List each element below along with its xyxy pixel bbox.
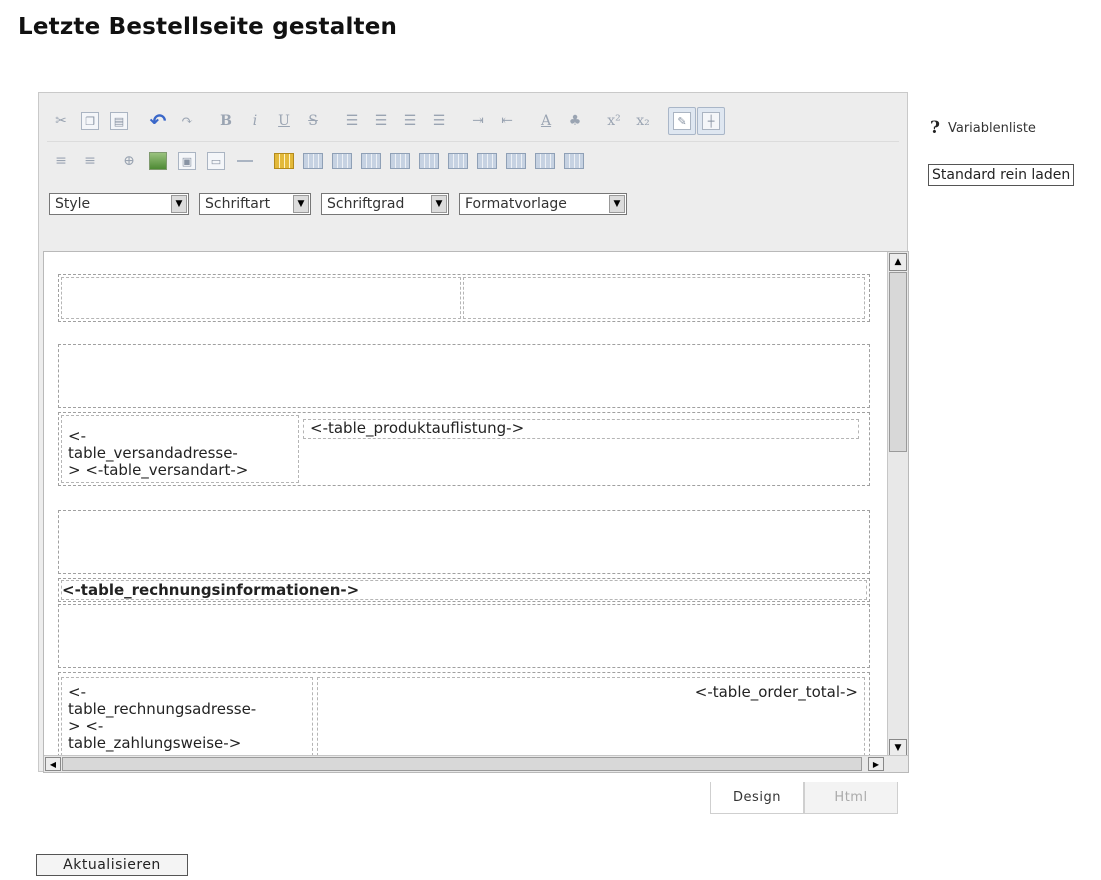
media-icon[interactable]: ▣ [173, 147, 201, 175]
spacer-table-3 [58, 604, 870, 668]
insert-table-icon[interactable] [270, 147, 298, 175]
style-select[interactable]: Style ▼ [49, 193, 189, 215]
rich-text-editor: ✂ ❐ ▤ ↶ ↷ B i U S ☰ ☰ ☰ ☰ ⇥ ⇤ A ♣ x² x₂ … [38, 92, 909, 773]
table-properties-icon[interactable] [299, 147, 327, 175]
italic-icon: i [252, 113, 258, 129]
form-icon[interactable]: ▭ [202, 147, 230, 175]
font-color-button[interactable]: A [532, 107, 560, 135]
chevron-down-icon: ▼ [171, 195, 187, 213]
align-right-icon[interactable]: ☰ [396, 107, 424, 135]
subscript-icon: x₂ [636, 113, 650, 129]
scroll-right-icon[interactable]: ▶ [868, 757, 884, 771]
strikethrough-icon: S [308, 113, 318, 129]
spacer-table-1 [58, 344, 870, 408]
underline-icon: U [278, 113, 290, 129]
show-borders-icon[interactable]: ┼ [697, 107, 725, 135]
italic-button[interactable]: i [241, 107, 269, 135]
insert-column-left-icon[interactable] [415, 147, 443, 175]
cut-icon[interactable]: ✂ [47, 107, 75, 135]
tab-html[interactable]: Html [804, 782, 898, 814]
ordered-list-icon[interactable]: ≡ [47, 147, 75, 175]
font-color-icon: A [540, 113, 552, 129]
format-template-select[interactable]: Formatvorlage ▼ [459, 193, 627, 215]
align-justify-icon[interactable]: ☰ [425, 107, 453, 135]
delete-row-icon[interactable] [473, 147, 501, 175]
variable-list-label: Variablenliste [947, 120, 1036, 136]
header-table [58, 274, 870, 322]
variable-list-link[interactable]: ? Variablenliste [930, 118, 1036, 138]
scroll-up-icon[interactable]: ▲ [889, 253, 907, 271]
highlight-color-icon[interactable]: ♣ [561, 107, 589, 135]
billing-info-table: <-table_rechnungsinformationen-> [58, 578, 870, 602]
indent-icon[interactable]: ⇥ [464, 107, 492, 135]
superscript-button[interactable]: x² [600, 107, 628, 135]
format-selects: Style ▼ Schriftart ▼ Schriftgrad ▼ Forma… [49, 193, 627, 215]
paste-icon[interactable]: ▤ [105, 107, 133, 135]
billing-address-cell[interactable]: <- table_rechnungsadresse- > <- table_za… [61, 677, 313, 761]
editor-content-area[interactable]: <- table_versandadresse- > <-table_versa… [43, 251, 909, 773]
chevron-down-icon: ▼ [293, 195, 309, 213]
billing-info-cell[interactable]: <-table_rechnungsinformationen-> [61, 580, 867, 600]
horizontal-scroll-thumb[interactable] [62, 757, 862, 771]
toolbar-row-2: ≡ ≡ ⊕ ▣ ▭ [47, 141, 899, 181]
align-left-icon[interactable]: ☰ [338, 107, 366, 135]
subscript-button[interactable]: x₂ [629, 107, 657, 135]
insert-row-above-icon[interactable] [357, 147, 385, 175]
product-list-empty-cell [303, 443, 865, 483]
header-cell-left[interactable] [61, 277, 461, 319]
scroll-left-icon[interactable]: ◀ [45, 757, 61, 771]
editor-mode-tabs: Design Html [710, 782, 898, 814]
insert-column-right-icon[interactable] [444, 147, 472, 175]
unordered-list-icon[interactable]: ≡ [76, 147, 104, 175]
undo-icon[interactable]: ↶ [144, 107, 172, 135]
strikethrough-button[interactable]: S [299, 107, 327, 135]
toolbar-row-1: ✂ ❐ ▤ ↶ ↷ B i U S ☰ ☰ ☰ ☰ ⇥ ⇤ A ♣ x² x₂ … [47, 101, 899, 142]
copy-icon[interactable]: ❐ [76, 107, 104, 135]
page-title: Letzte Bestellseite gestalten [18, 14, 398, 40]
link-icon[interactable]: ⊕ [115, 147, 143, 175]
tab-design[interactable]: Design [710, 782, 804, 814]
order-total-cell[interactable]: <-table_order_total-> [317, 677, 865, 761]
underline-button[interactable]: U [270, 107, 298, 135]
insert-row-below-icon[interactable] [386, 147, 414, 175]
bold-button[interactable]: B [212, 107, 240, 135]
bold-icon: B [220, 113, 232, 129]
style-select-value: Style [55, 196, 91, 212]
font-select-value: Schriftart [205, 196, 271, 212]
format-template-select-value: Formatvorlage [465, 196, 567, 212]
header-cell-right[interactable] [463, 277, 865, 319]
chevron-down-icon: ▼ [609, 195, 625, 213]
cell-properties-icon[interactable] [328, 147, 356, 175]
variable-help-icon: ? [930, 118, 940, 138]
vertical-scrollbar[interactable]: ▲ ▼ [887, 252, 908, 758]
redo-icon[interactable]: ↷ [173, 107, 201, 135]
delete-column-icon[interactable] [502, 147, 530, 175]
vertical-scroll-thumb[interactable] [889, 272, 907, 452]
shipping-cell[interactable]: <- table_versandadresse- > <-table_versa… [61, 415, 299, 483]
size-select-value: Schriftgrad [327, 196, 405, 212]
align-center-icon[interactable]: ☰ [367, 107, 395, 135]
superscript-icon: x² [607, 113, 621, 129]
outdent-icon[interactable]: ⇤ [493, 107, 521, 135]
update-button[interactable]: Aktualisieren [36, 854, 188, 876]
horizontal-scrollbar[interactable]: ◀ ▶ [44, 755, 908, 772]
load-default-button[interactable]: Standard rein laden [928, 164, 1075, 186]
shipping-products-table: <- table_versandadresse- > <-table_versa… [58, 412, 870, 486]
product-list-cell[interactable]: <-table_produktauflistung-> [303, 419, 859, 439]
split-cell-icon[interactable] [560, 147, 588, 175]
font-select[interactable]: Schriftart ▼ [199, 193, 311, 215]
billing-total-table: <- table_rechnungsadresse- > <- table_za… [58, 672, 870, 762]
chevron-down-icon: ▼ [431, 195, 447, 213]
design-mode-icon[interactable]: ✎ [668, 107, 696, 135]
size-select[interactable]: Schriftgrad ▼ [321, 193, 449, 215]
horizontal-rule-icon[interactable] [231, 147, 259, 175]
merge-cells-icon[interactable] [531, 147, 559, 175]
image-icon[interactable] [144, 147, 172, 175]
spacer-table-2 [58, 510, 870, 574]
